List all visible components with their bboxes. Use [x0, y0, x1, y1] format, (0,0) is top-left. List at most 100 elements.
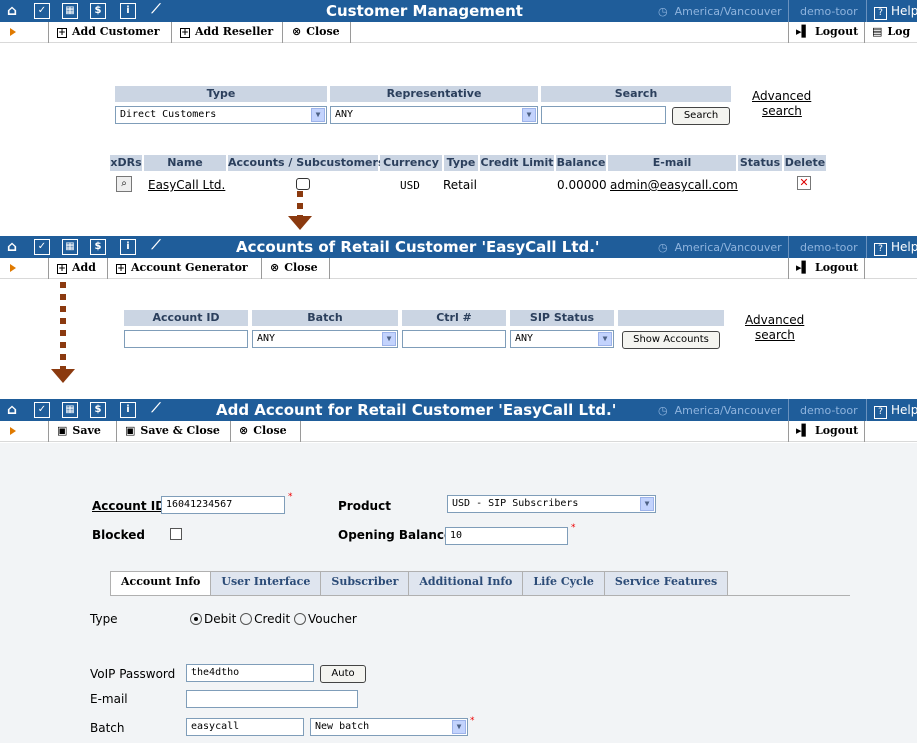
home-icon[interactable]: ⌂ [4, 402, 20, 418]
type-header: Type [115, 86, 327, 102]
plus-icon: + [116, 264, 126, 274]
account-generator-button[interactable]: + Account Generator [116, 261, 248, 274]
title-bar: ⌂ ✓ ▦ $ i ⟋ Customer Management ◷ Americ… [0, 0, 917, 22]
tab-life-cycle[interactable]: Life Cycle [522, 571, 605, 595]
checkbox-icon[interactable]: ✓ [34, 239, 50, 255]
email-link[interactable]: admin@easycall.com [610, 178, 738, 192]
blocked-checkbox[interactable] [170, 528, 182, 540]
col-credit-limit: Credit Limit [480, 155, 554, 171]
tab-user-interface[interactable]: User Interface [210, 571, 322, 595]
help-link[interactable]: ? Help [874, 240, 917, 256]
account-id-input[interactable] [124, 330, 248, 348]
tab-service-features[interactable]: Service Features [603, 571, 729, 595]
type-select[interactable]: Direct Customers ▼ [115, 106, 327, 124]
accounts-icon[interactable] [296, 178, 310, 190]
home-icon[interactable]: ⌂ [4, 239, 20, 255]
tab-underline [110, 595, 850, 596]
info-icon[interactable]: i [120, 3, 136, 19]
blocked-label: Blocked [92, 528, 146, 542]
info-icon[interactable]: i [120, 402, 136, 418]
customer-name-link[interactable]: EasyCall Ltd. [148, 178, 225, 192]
close-button[interactable]: ⊗ Close [270, 261, 318, 274]
auto-button[interactable]: Auto [320, 665, 366, 683]
search-button[interactable]: Search [672, 107, 730, 125]
voip-password-field[interactable]: the4dtho [186, 664, 314, 682]
credit-radio[interactable]: Credit [240, 612, 290, 626]
col-status: Status [738, 155, 782, 171]
magnifier-icon[interactable]: ⌕ [116, 176, 132, 192]
chart-icon[interactable]: ⟋ [148, 239, 164, 255]
toolbar-2: + Add + Account Generator ⊗ Close ▸▌ Logout [0, 258, 917, 279]
logout-button[interactable]: ▸▌ Logout [796, 25, 858, 38]
email-field[interactable] [186, 690, 358, 708]
search-input[interactable] [541, 106, 666, 124]
user-name[interactable]: demo-toor [800, 404, 858, 417]
product-select[interactable]: USD - SIP Subscribers ▼ [447, 495, 656, 513]
close-button[interactable]: ⊗ Close [292, 25, 340, 38]
voucher-radio[interactable]: Voucher [294, 612, 357, 626]
advanced-search-link-2[interactable]: search [762, 104, 802, 118]
col-email: E-mail [608, 155, 736, 171]
dollar-icon[interactable]: $ [90, 3, 106, 19]
account-id-field[interactable]: 16041234567 [161, 496, 285, 514]
representative-select[interactable]: ANY ▼ [330, 106, 538, 124]
header-blank [618, 310, 724, 326]
clock-icon: ◷ [658, 404, 668, 417]
radio-icon [294, 613, 307, 625]
close-button[interactable]: ⊗ Close [239, 424, 287, 437]
col-accounts: Accounts / Subcustomers [228, 155, 385, 171]
save-button[interactable]: ▣ Save [57, 424, 101, 437]
save-close-button[interactable]: ▣ Save & Close [125, 424, 220, 437]
timezone[interactable]: ◷ America/Vancouver [658, 404, 782, 417]
help-link[interactable]: ? Help [874, 403, 917, 419]
delete-icon[interactable]: ✕ [797, 176, 811, 190]
down-arrow-icon [288, 216, 312, 230]
col-delete: Delete [784, 155, 826, 171]
logout-button[interactable]: ▸▌ Logout [796, 261, 858, 274]
checkbox-icon[interactable]: ✓ [34, 3, 50, 19]
dollar-icon[interactable]: $ [90, 402, 106, 418]
timezone[interactable]: ◷ America/Vancouver [658, 5, 782, 18]
chevron-down-icon: ▼ [522, 108, 536, 122]
help-link[interactable]: ? Help [874, 4, 917, 20]
balance-cell: 0.00000 [557, 178, 607, 192]
batch-select[interactable]: New batch ▼ [310, 718, 468, 736]
chevron-down-icon: ▼ [598, 332, 612, 346]
batch-field[interactable]: easycall [186, 718, 304, 736]
opening-balance-field[interactable]: 10 [445, 527, 568, 545]
timezone[interactable]: ◷ America/Vancouver [658, 241, 782, 254]
sip-status-select[interactable]: ANY ▼ [510, 330, 614, 348]
type-label: Type [90, 612, 118, 626]
tab-subscriber[interactable]: Subscriber [320, 571, 410, 595]
user-name[interactable]: demo-toor [800, 5, 858, 18]
advanced-search-link[interactable]: Advanced [745, 313, 804, 327]
clock-icon: ◷ [658, 241, 668, 254]
tree-icon[interactable]: ▦ [62, 402, 78, 418]
show-accounts-button[interactable]: Show Accounts [622, 331, 720, 349]
log-button[interactable]: ▤ Log [872, 25, 910, 38]
connector-line-2 [60, 282, 66, 370]
add-button[interactable]: + Add [57, 261, 96, 274]
home-icon[interactable]: ⌂ [4, 3, 20, 19]
ctrl-input[interactable] [402, 330, 506, 348]
chart-icon[interactable]: ⟋ [148, 3, 164, 19]
advanced-search-link-2[interactable]: search [755, 328, 795, 342]
debit-radio[interactable]: Debit [190, 612, 236, 626]
dollar-icon[interactable]: $ [90, 239, 106, 255]
logout-button[interactable]: ▸▌ Logout [796, 424, 858, 437]
user-name[interactable]: demo-toor [800, 241, 858, 254]
chart-icon[interactable]: ⟋ [148, 402, 164, 418]
tab-account-info[interactable]: Account Info [110, 571, 212, 596]
advanced-search-link[interactable]: Advanced [752, 89, 811, 103]
batch-select[interactable]: ANY ▼ [252, 330, 398, 348]
info-icon[interactable]: i [120, 239, 136, 255]
tree-icon[interactable]: ▦ [62, 3, 78, 19]
help-icon: ? [874, 406, 887, 419]
add-reseller-button[interactable]: + Add Reseller [180, 25, 273, 38]
tab-additional-info[interactable]: Additional Info [408, 571, 524, 595]
checkbox-icon[interactable]: ✓ [34, 402, 50, 418]
account-id-label: Account ID [92, 499, 166, 513]
tree-icon[interactable]: ▦ [62, 239, 78, 255]
add-customer-button[interactable]: + Add Customer [57, 25, 160, 38]
chevron-down-icon: ▼ [311, 108, 325, 122]
